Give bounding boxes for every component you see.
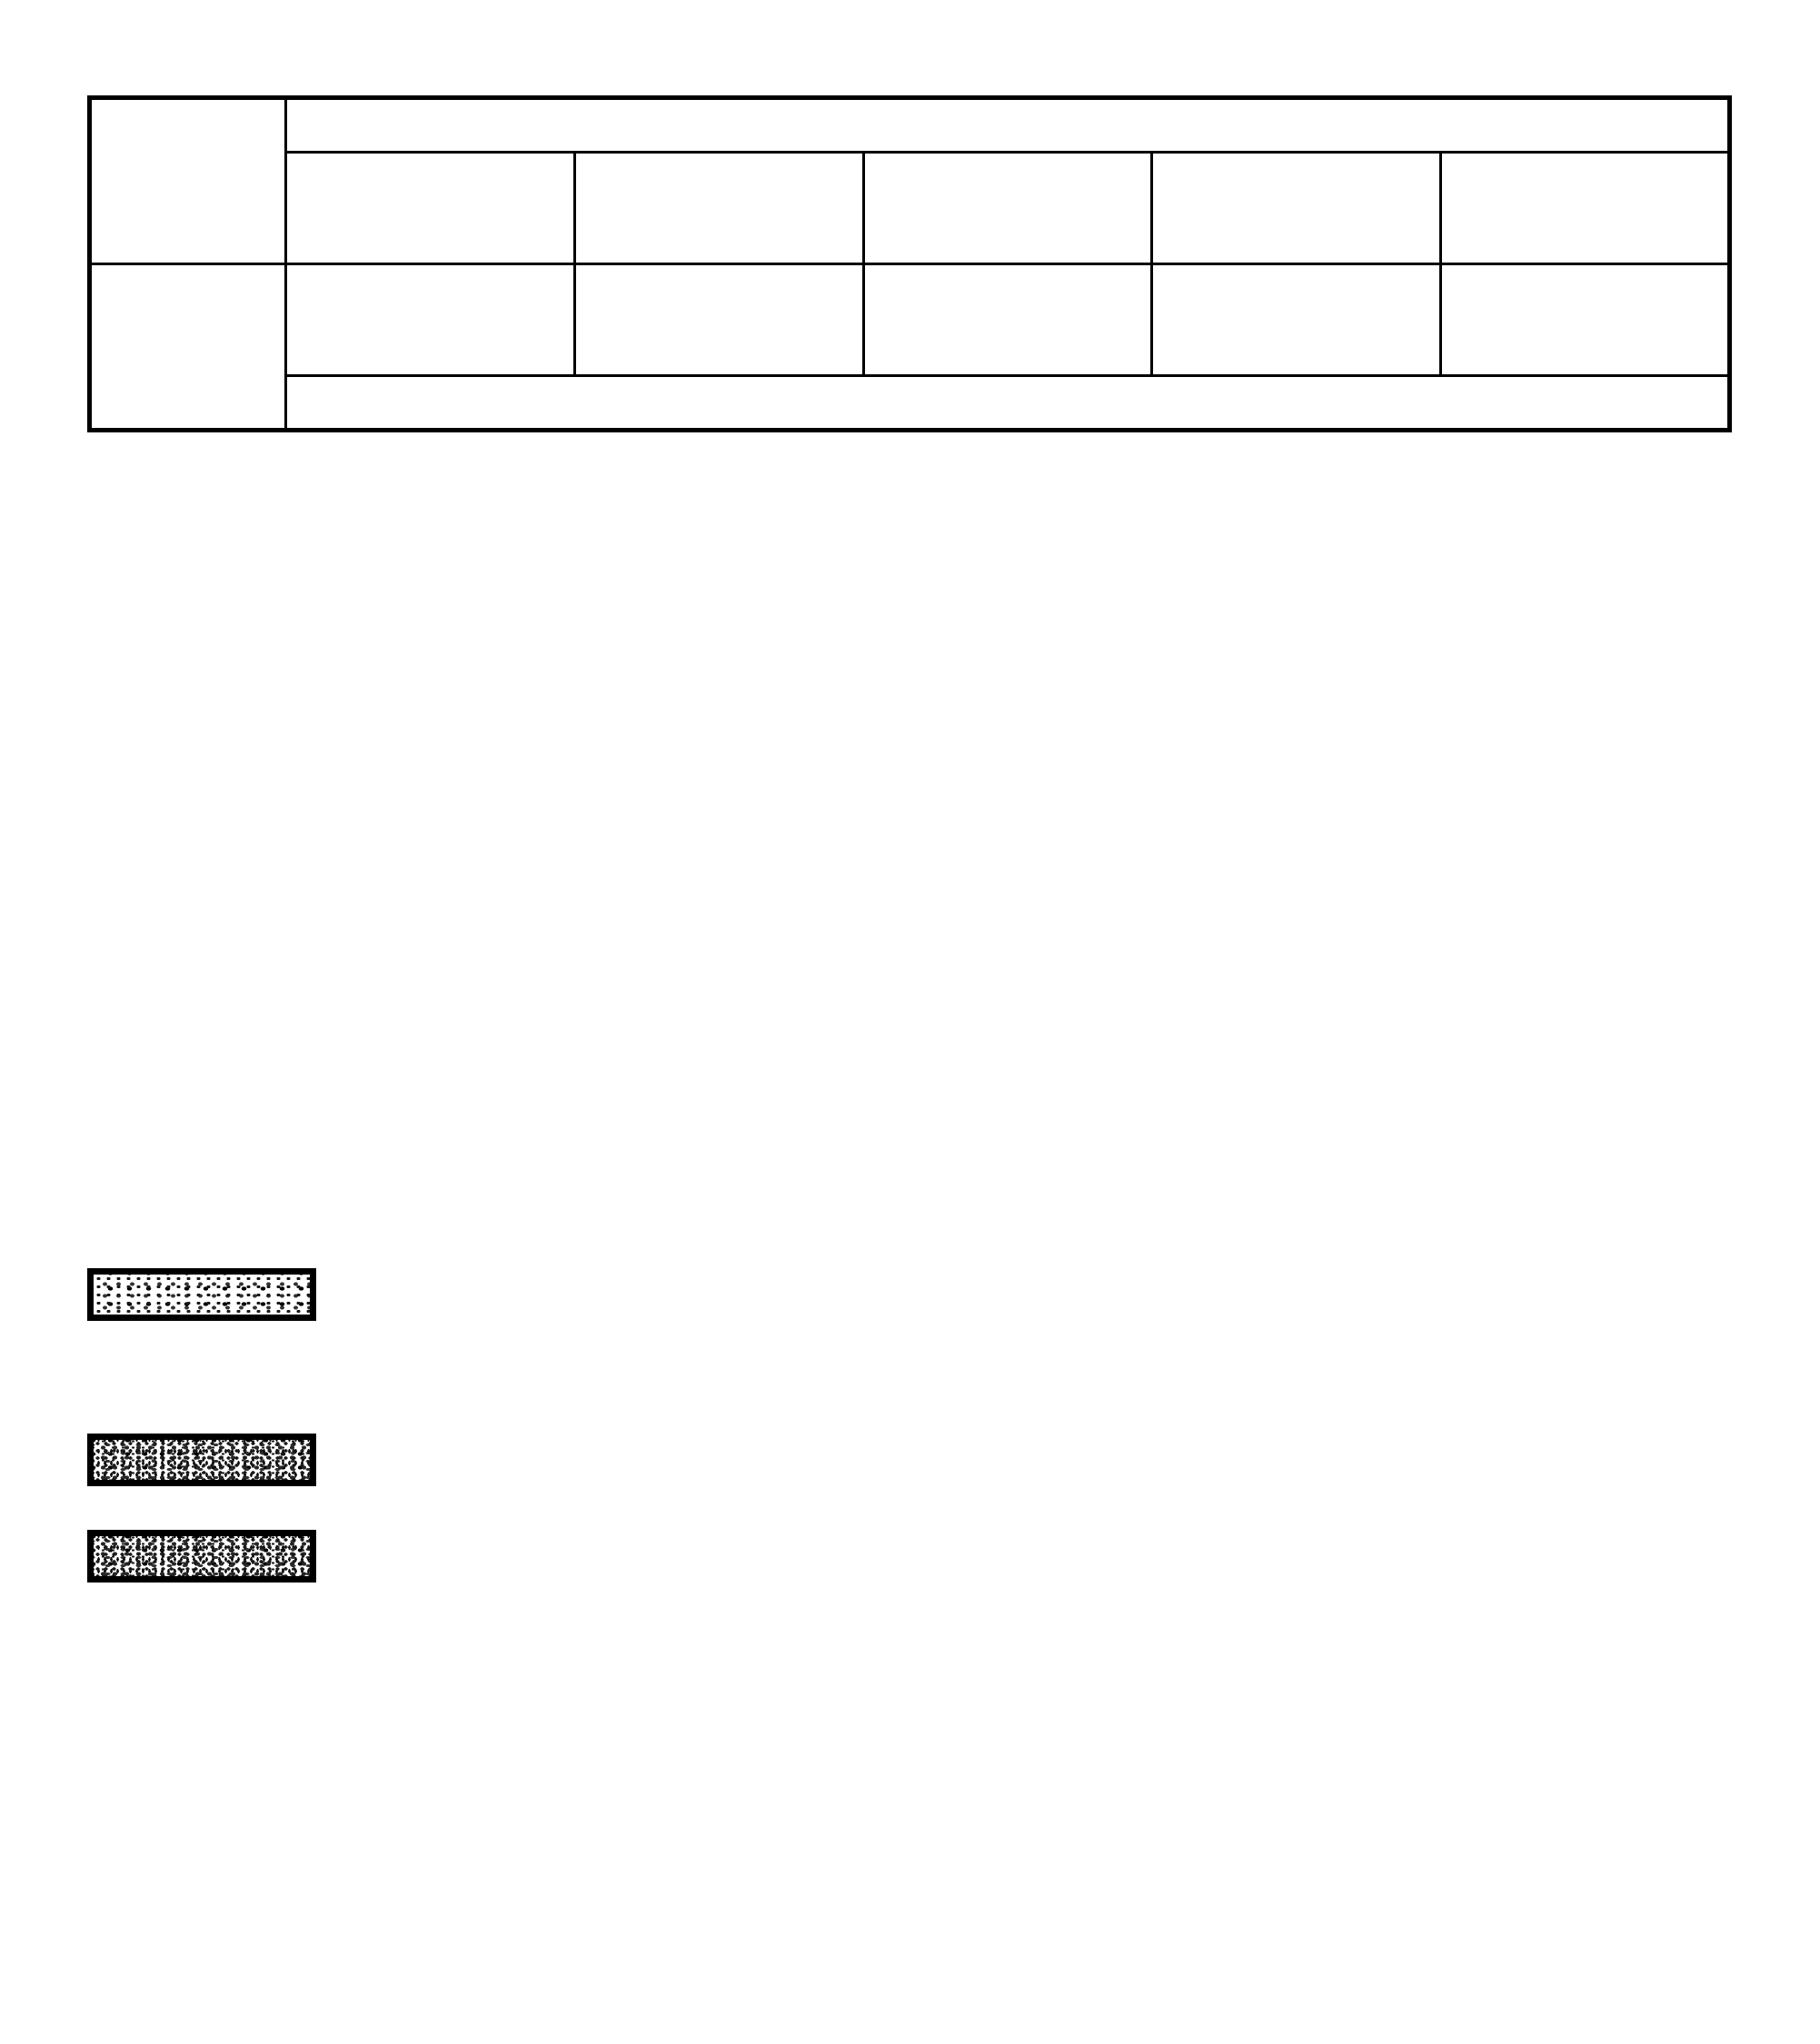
schedule-table	[87, 95, 1732, 432]
header-days-row	[90, 151, 1731, 265]
header-date-band-label	[284, 96, 1731, 154]
footer-day-thursday	[1150, 263, 1443, 377]
legend	[87, 1263, 1686, 1642]
legend-item-open-middle	[87, 1386, 1686, 1486]
legend-swatch-open-begin	[87, 1268, 316, 1321]
footer-date-band-row	[90, 374, 1731, 432]
footer-day-wednesday	[861, 263, 1154, 377]
header-day-friday	[1439, 151, 1731, 265]
header-date-band-row	[88, 96, 1731, 265]
legend-swatch-open-middle	[87, 1434, 316, 1486]
header-time-label	[88, 96, 287, 265]
legend-swatch-closed	[87, 1530, 316, 1583]
header-day-wednesday	[861, 151, 1154, 265]
schedule-table-body	[88, 96, 1731, 265]
header-day-tuesday	[572, 151, 865, 265]
footer-days-row	[88, 263, 1731, 432]
schedule-table-container	[87, 95, 1732, 432]
header-day-monday	[284, 151, 576, 265]
legend-item-closed	[87, 1528, 1686, 1583]
header-day-thursday	[1150, 151, 1443, 265]
footer-day-friday	[1439, 263, 1731, 377]
footer-time-label	[88, 263, 287, 432]
footer-day-monday	[284, 263, 576, 377]
legend-item-open-begin	[87, 1263, 1686, 1321]
footer-date-band-label	[284, 374, 1731, 432]
footer-day-tuesday	[572, 263, 865, 377]
